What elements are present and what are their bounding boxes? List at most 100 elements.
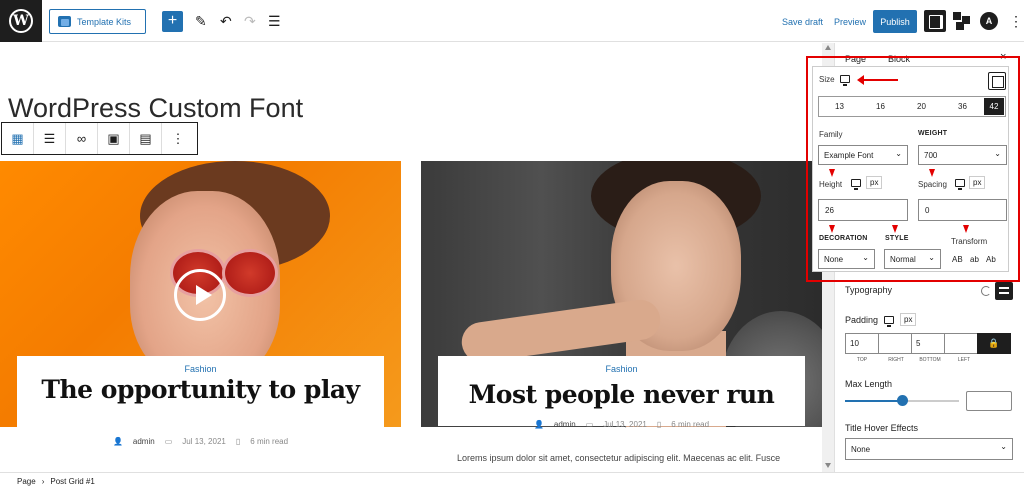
max-length-input[interactable] — [966, 391, 1012, 411]
post-date: Jul 13, 2021 — [182, 437, 226, 446]
breadcrumb-post-grid[interactable]: Post Grid #1 — [50, 477, 94, 486]
decoration-label: DECORATION — [819, 235, 868, 242]
post-date: Jul 13, 2021 — [603, 420, 647, 429]
title-hover-value: None — [851, 444, 871, 454]
monitor-icon[interactable] — [840, 75, 850, 86]
transform-capitalize-button[interactable]: Ab — [986, 255, 996, 264]
padding-top-label: TOP — [856, 357, 868, 363]
decoration-select[interactable]: None ⌄ — [818, 249, 875, 269]
table-icon[interactable]: ▤ — [130, 123, 162, 154]
align-icon[interactable]: ☰ — [34, 123, 66, 154]
post-meta: 👤 admin ▭ Jul 13, 2021 ▯ 6 min read — [17, 437, 384, 446]
letter-spacing-unit[interactable]: px — [969, 176, 986, 189]
line-height-unit[interactable]: px — [866, 176, 883, 189]
post-meta: 👤 admin ▭ Jul 13, 2021 ▯ 6 min read — [438, 420, 805, 429]
pen-icon[interactable]: ✎ — [195, 12, 207, 30]
transform-label: Transform — [951, 237, 988, 246]
reset-icon[interactable] — [981, 286, 991, 296]
clock-icon: ▯ — [656, 420, 662, 429]
sidebar-tabs: Page Block — [845, 54, 910, 64]
font-weight-value: 700 — [924, 150, 938, 160]
monitor-icon[interactable] — [955, 179, 965, 190]
publish-button[interactable]: Publish — [873, 10, 917, 33]
style-value: Normal — [890, 254, 916, 264]
annotation-arrow — [929, 169, 935, 177]
size-option-16[interactable]: 16 — [860, 97, 901, 116]
tab-page[interactable]: Page — [845, 54, 866, 64]
title-hover-select[interactable]: None ⌄ — [845, 438, 1013, 460]
lock-icon[interactable]: 🔒 — [977, 333, 1011, 354]
calendar-icon: ▭ — [585, 420, 594, 429]
letter-spacing-input[interactable]: 0 — [918, 199, 1007, 221]
redo-icon[interactable]: ↷ — [244, 12, 256, 30]
padding-bottom-input[interactable]: 5 — [911, 333, 945, 354]
editor-screen: W Template Kits + ✎ ↶ ↷ ☰ Save draft Pre… — [0, 0, 1024, 489]
family-label: Family — [819, 130, 843, 139]
title-hover-label: Title Hover Effects — [845, 423, 919, 433]
chevron-down-icon: ⌄ — [928, 253, 935, 262]
annotation-arrow — [857, 75, 898, 85]
template-kits-label: Template Kits — [77, 16, 132, 27]
save-draft-button[interactable]: Save draft — [782, 17, 823, 27]
post-title[interactable]: Most people never run — [438, 382, 805, 407]
typography-label: Typography — [845, 285, 893, 295]
breadcrumb-separator: › — [41, 476, 45, 486]
font-family-value: Example Font — [824, 150, 874, 160]
close-icon[interactable]: × — [1000, 51, 1006, 63]
line-height-label: Height — [819, 180, 843, 189]
post-author[interactable]: admin — [554, 420, 576, 429]
post-grid-icon[interactable]: ▦ — [2, 123, 34, 154]
image-icon[interactable]: ▣ — [98, 123, 130, 154]
font-weight-select[interactable]: 700 ⌄ — [918, 145, 1007, 165]
padding-inputs: 10 5 🔒 — [845, 333, 1013, 354]
post-category[interactable]: Fashion — [17, 364, 384, 374]
typography-settings-button[interactable] — [995, 282, 1013, 300]
font-family-select[interactable]: Example Font ⌄ — [818, 145, 908, 165]
more-options-icon[interactable]: ⋮ — [162, 123, 194, 154]
play-icon[interactable] — [174, 269, 226, 321]
max-length-slider-thumb[interactable] — [896, 395, 908, 406]
preset-icon[interactable] — [988, 72, 1006, 90]
clock-icon: ▯ — [235, 437, 241, 446]
more-icon[interactable]: ⋮ — [1009, 12, 1023, 30]
padding-sub-labels: TOP RIGHT BOTTOM LEFT — [845, 357, 981, 363]
size-option-20[interactable]: 20 — [901, 97, 942, 116]
size-option-36[interactable]: 36 — [942, 97, 983, 116]
wordpress-logo-icon[interactable]: W — [0, 0, 42, 42]
transform-lowercase-button[interactable]: ab — [970, 255, 979, 264]
list-view-icon[interactable]: ☰ — [268, 12, 281, 30]
calendar-icon: ▭ — [164, 437, 173, 446]
block-toolbar: ▦ ☰ ∞ ▣ ▤ ⋮ — [1, 122, 198, 155]
annotation-arrow — [892, 225, 898, 233]
padding-right-input[interactable] — [878, 333, 912, 354]
post-author[interactable]: admin — [133, 437, 155, 446]
size-option-42[interactable]: 42 — [984, 98, 1004, 115]
monitor-icon[interactable] — [851, 179, 861, 190]
padding-unit[interactable]: px — [900, 313, 917, 326]
post-category[interactable]: Fashion — [438, 364, 805, 374]
page-title[interactable]: WordPress Custom Font — [8, 93, 303, 124]
style-select[interactable]: Normal ⌄ — [884, 249, 941, 269]
add-block-button[interactable]: + — [162, 11, 183, 32]
preview-button[interactable]: Preview — [834, 17, 866, 27]
size-option-13[interactable]: 13 — [819, 97, 860, 116]
annotation-arrow — [963, 225, 969, 233]
padding-bottom-label: BOTTOM — [919, 357, 941, 363]
padding-right-label: RIGHT — [888, 357, 904, 363]
link-icon[interactable]: ∞ — [66, 123, 98, 154]
breadcrumb-page[interactable]: Page — [17, 477, 36, 486]
settings-panel-icon[interactable] — [924, 10, 946, 32]
post-title[interactable]: The opportunity to play — [17, 377, 384, 402]
line-height-input[interactable]: 26 — [818, 199, 908, 221]
padding-left-input[interactable] — [944, 333, 978, 354]
transform-uppercase-button[interactable]: AB — [952, 255, 963, 264]
padding-top-input[interactable]: 10 — [845, 333, 879, 354]
blocks-icon[interactable] — [953, 12, 971, 30]
template-kits-button[interactable]: Template Kits — [49, 9, 146, 34]
astra-icon[interactable]: A — [980, 12, 998, 30]
monitor-icon[interactable] — [884, 316, 894, 327]
tab-block[interactable]: Block — [888, 54, 910, 64]
undo-icon[interactable]: ↶ — [220, 12, 232, 30]
decoration-value: None — [824, 254, 844, 264]
post-read-time: 6 min read — [671, 420, 710, 429]
